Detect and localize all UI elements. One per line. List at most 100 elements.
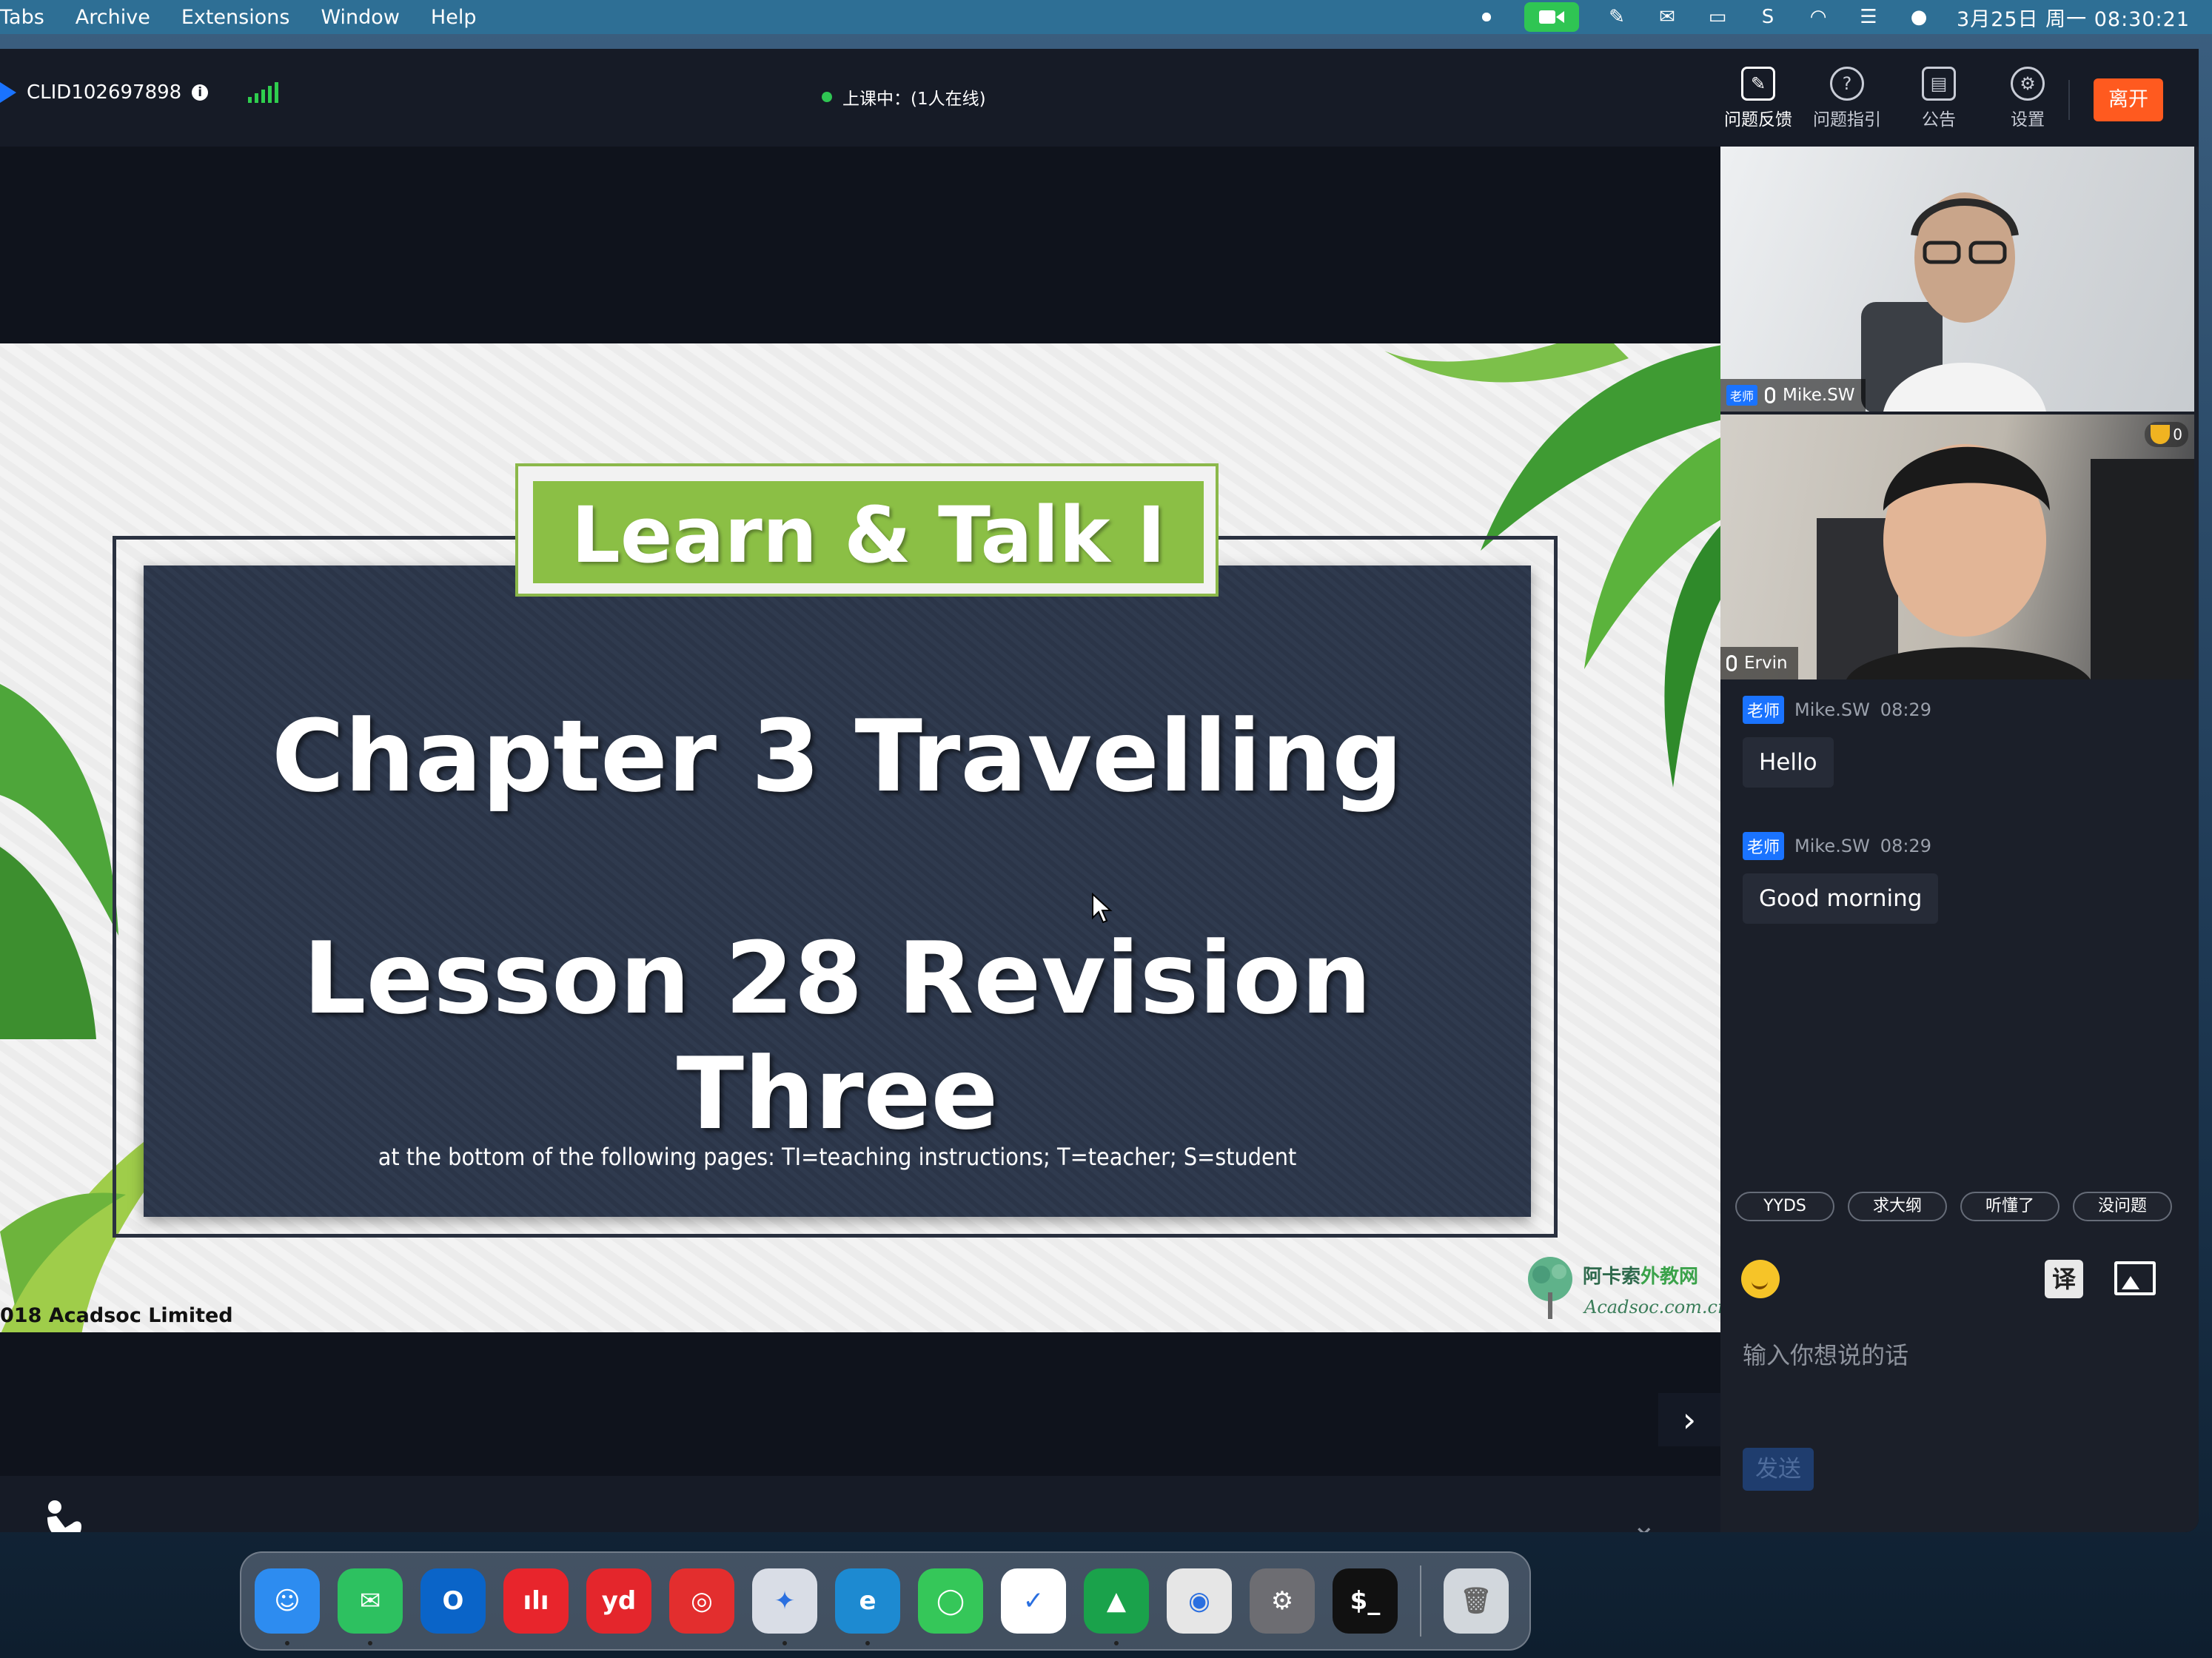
logo-cn-name: 阿卡索外教网 bbox=[1583, 1261, 1698, 1289]
settings-button[interactable]: ⚙ 设置 bbox=[1987, 67, 2068, 130]
ticktick-icon[interactable]: ✓ bbox=[1001, 1568, 1066, 1634]
microphone-icon bbox=[1726, 655, 1737, 671]
tree-logo-icon bbox=[1528, 1257, 1572, 1319]
wifi-icon[interactable]: ◠ bbox=[1806, 6, 1831, 28]
feather-icon[interactable]: ✎ bbox=[1604, 6, 1629, 28]
terminal-icon[interactable]: $_ bbox=[1333, 1568, 1398, 1634]
chat-message: 老师 Mike.SW 08:29 Good morning bbox=[1743, 832, 2187, 924]
outlook-icon[interactable]: O bbox=[420, 1568, 486, 1634]
chevron-right-icon: › bbox=[1682, 1400, 1697, 1440]
youdao-icon[interactable]: yd bbox=[586, 1568, 651, 1634]
toolbar-divider bbox=[2068, 80, 2070, 120]
student-name: Ervin bbox=[1744, 654, 1788, 673]
teacher-video-feed bbox=[1861, 192, 2046, 412]
emoji-icon[interactable] bbox=[1741, 1260, 1780, 1298]
announcement-button[interactable]: ▤ 公告 bbox=[1898, 67, 1980, 130]
leave-button[interactable]: 离开 bbox=[2094, 78, 2163, 121]
status-area: ⏺ ✎ ✉ ▭ S ◠ ☰ ● 3月25日 周一 08:30:21 bbox=[1474, 0, 2190, 34]
logo-url: Acadsoc.com.cn bbox=[1584, 1297, 1720, 1318]
gear-icon: ⚙ bbox=[2011, 67, 2045, 101]
settings-label: 设置 bbox=[2011, 110, 2045, 130]
feedback-button[interactable]: ✎ 问题反馈 bbox=[1717, 67, 1799, 130]
student-video: 0 Ervin bbox=[1720, 414, 2194, 679]
trophy-count: 0 bbox=[2173, 426, 2182, 443]
edge-icon[interactable]: e bbox=[835, 1568, 900, 1645]
menubar: Tabs Archive Extensions Window Help ⏺ ✎ … bbox=[0, 0, 2212, 34]
menubar-clock[interactable]: 3月25日 周一 08:30:21 bbox=[1957, 3, 2190, 32]
message-time: 08:29 bbox=[1880, 836, 1931, 856]
running-indicator bbox=[865, 1641, 870, 1645]
wechat-icon[interactable]: ✉ bbox=[338, 1568, 403, 1645]
class-id-label: CLID102697898 bbox=[27, 81, 182, 104]
next-page-button[interactable]: › bbox=[1658, 1393, 1720, 1446]
quick-reply-understood[interactable]: 听懂了 bbox=[1960, 1192, 2059, 1221]
translate-button[interactable]: 译 bbox=[2045, 1260, 2083, 1298]
class-status: 上课中：(1人在线) bbox=[822, 84, 986, 110]
teacher-badge: 老师 bbox=[1743, 832, 1785, 860]
system-settings-icon[interactable]: ⚙ bbox=[1250, 1568, 1315, 1634]
send-button[interactable]: 发送 bbox=[1743, 1448, 1814, 1491]
palm-leaf-left bbox=[0, 684, 118, 1039]
class-id: CLID102697898 i bbox=[0, 81, 279, 104]
announcement-icon: ▤ bbox=[1922, 67, 1956, 101]
message-bubble: Hello bbox=[1743, 737, 1834, 788]
logo-name-b: 外教网 bbox=[1640, 1266, 1699, 1288]
signal-strength-icon bbox=[248, 82, 279, 103]
teacher-badge: 老师 bbox=[1743, 696, 1785, 724]
slide-ribbon-title: Learn & Talk I bbox=[533, 481, 1204, 583]
iqiyi-icon[interactable]: ılı bbox=[503, 1568, 569, 1634]
battery-icon[interactable]: ▭ bbox=[1705, 6, 1730, 28]
class-status-label: 上课中：(1人在线) bbox=[842, 90, 986, 109]
chat-input[interactable]: 输入你想说的话 bbox=[1743, 1337, 1908, 1371]
green-app-icon[interactable]: ▲ bbox=[1084, 1568, 1149, 1645]
running-indicator bbox=[368, 1641, 372, 1645]
menu-archive[interactable]: Archive bbox=[76, 6, 150, 29]
message-sender: Mike.SW bbox=[1794, 699, 1870, 720]
dock: ☺ ✉ Oılı yd ◎ ✦ e ◯ ✓ ▲ ◉ ⚙ $_ 🗑 bbox=[240, 1551, 1531, 1651]
slide-copyright: 018 Acadsoc Limited bbox=[0, 1304, 233, 1327]
menu-window[interactable]: Window bbox=[321, 6, 399, 29]
info-icon[interactable]: i bbox=[192, 84, 209, 101]
netease-music-icon[interactable]: ◎ bbox=[669, 1568, 734, 1634]
student-name-tag: Ervin bbox=[1720, 647, 1798, 679]
message-sender: Mike.SW bbox=[1794, 836, 1870, 856]
acadsoc-logo: 阿卡索外教网 Acadsoc.com.cn bbox=[1522, 1255, 1720, 1323]
slide-note: at the bottom of the following pages: TI… bbox=[378, 1143, 1297, 1171]
teacher-badge: 老师 bbox=[1726, 385, 1758, 406]
s-app-icon[interactable]: S bbox=[1755, 6, 1780, 28]
record-icon[interactable]: ⏺ bbox=[1474, 6, 1499, 28]
student-video-feed bbox=[1817, 444, 2194, 679]
quick-reply-yyds[interactable]: YYDS bbox=[1735, 1192, 1834, 1221]
right-panel: 老师 Mike.SW 0 Ervin 老师 Mike.SW 08:29 Hell… bbox=[1720, 147, 2199, 1532]
online-dot-icon bbox=[822, 92, 832, 102]
control-center-icon[interactable]: ☰ bbox=[1856, 6, 1881, 28]
menu-help[interactable]: Help bbox=[431, 6, 477, 29]
chat-message: 老师 Mike.SW 08:29 Hello bbox=[1743, 696, 2187, 788]
app-store-tool-icon[interactable]: ✦ bbox=[752, 1568, 817, 1645]
message-bubble: Good morning bbox=[1743, 873, 1939, 924]
trash-icon[interactable]: 🗑 bbox=[1444, 1568, 1509, 1634]
wechat-menubar-icon[interactable]: ✉ bbox=[1655, 6, 1680, 28]
quick-reply-no-problem[interactable]: 没问题 bbox=[2073, 1192, 2172, 1221]
messages-icon[interactable]: ◯ bbox=[918, 1568, 983, 1634]
help-guide-button[interactable]: ? 问题指引 bbox=[1806, 67, 1888, 130]
play-icon bbox=[0, 82, 16, 103]
menu-extensions[interactable]: Extensions bbox=[181, 6, 290, 29]
trophy-counter: 0 bbox=[2145, 422, 2188, 447]
feedback-label: 问题反馈 bbox=[1724, 110, 1792, 130]
menu-tabs[interactable]: Tabs bbox=[0, 6, 44, 29]
finder-icon[interactable]: ☺ bbox=[255, 1568, 320, 1645]
quick-reply-outline[interactable]: 求大纲 bbox=[1848, 1192, 1947, 1221]
screenshot-icon[interactable]: ◉ bbox=[1167, 1568, 1232, 1634]
message-time: 08:29 bbox=[1880, 699, 1931, 720]
courseware-slide: Learn & Talk I Chapter 3 Travelling Less… bbox=[0, 343, 1720, 1332]
announcement-label: 公告 bbox=[1922, 110, 1956, 130]
teacher-name: Mike.SW bbox=[1783, 386, 1855, 405]
chevron-down-icon[interactable]: ⌄ bbox=[1632, 1508, 1657, 1532]
lesson-title: Lesson 28 Revision Three bbox=[303, 921, 1372, 1152]
siri-icon[interactable]: ● bbox=[1906, 6, 1931, 28]
image-upload-icon[interactable] bbox=[2114, 1261, 2156, 1295]
mouse-cursor-icon bbox=[1092, 893, 1113, 924]
raise-hand-icon[interactable] bbox=[43, 1498, 83, 1532]
camera-status-icon[interactable] bbox=[1524, 2, 1580, 32]
